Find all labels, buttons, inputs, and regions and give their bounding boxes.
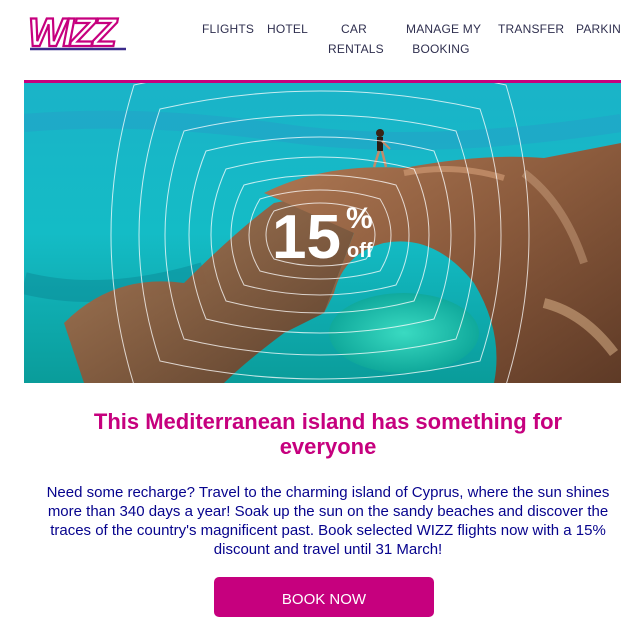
nav-parking[interactable]: PARKING <box>576 19 621 39</box>
nav-hotel-label: HOTEL <box>267 22 309 36</box>
wizz-logo[interactable]: WIZZ <box>26 8 132 56</box>
book-now-button[interactable]: BOOK NOW <box>214 577 434 617</box>
nav-transfer[interactable]: TRANSFER <box>498 19 564 39</box>
nav-car-rentals[interactable]: CAR RENTALS <box>328 19 384 59</box>
nav-hotel[interactable]: HOTEL <box>267 19 308 39</box>
headline: This Mediterranean island has something … <box>93 409 563 459</box>
nav-manage-line2: BOOKING <box>412 42 470 56</box>
nav-transfer-label: TRANSFER <box>498 22 565 36</box>
discount-percent: % <box>346 202 373 235</box>
main-nav: FLIGHTS HOTEL CAR RENTALS MANAGE MY BOOK… <box>190 19 621 59</box>
discount-number: 15 <box>272 203 341 272</box>
nav-flights-label: FLIGHTS <box>202 22 255 36</box>
nav-flights[interactable]: FLIGHTS <box>202 19 254 39</box>
nav-parking-label: PARKING <box>576 22 621 36</box>
nav-manage-booking[interactable]: MANAGE MY BOOKING <box>406 19 482 59</box>
logo-text: WIZZ <box>28 11 118 54</box>
nav-manage-line1: MANAGE MY <box>406 22 482 36</box>
nav-car-rentals-line2: RENTALS <box>328 42 384 56</box>
body-paragraph: Need some recharge? Travel to the charmi… <box>46 484 610 558</box>
hero-image[interactable]: 15 % off <box>24 83 621 383</box>
book-now-label: BOOK NOW <box>281 591 367 608</box>
nav-car-rentals-line1: CAR <box>341 22 367 36</box>
discount-off: off <box>347 240 373 262</box>
